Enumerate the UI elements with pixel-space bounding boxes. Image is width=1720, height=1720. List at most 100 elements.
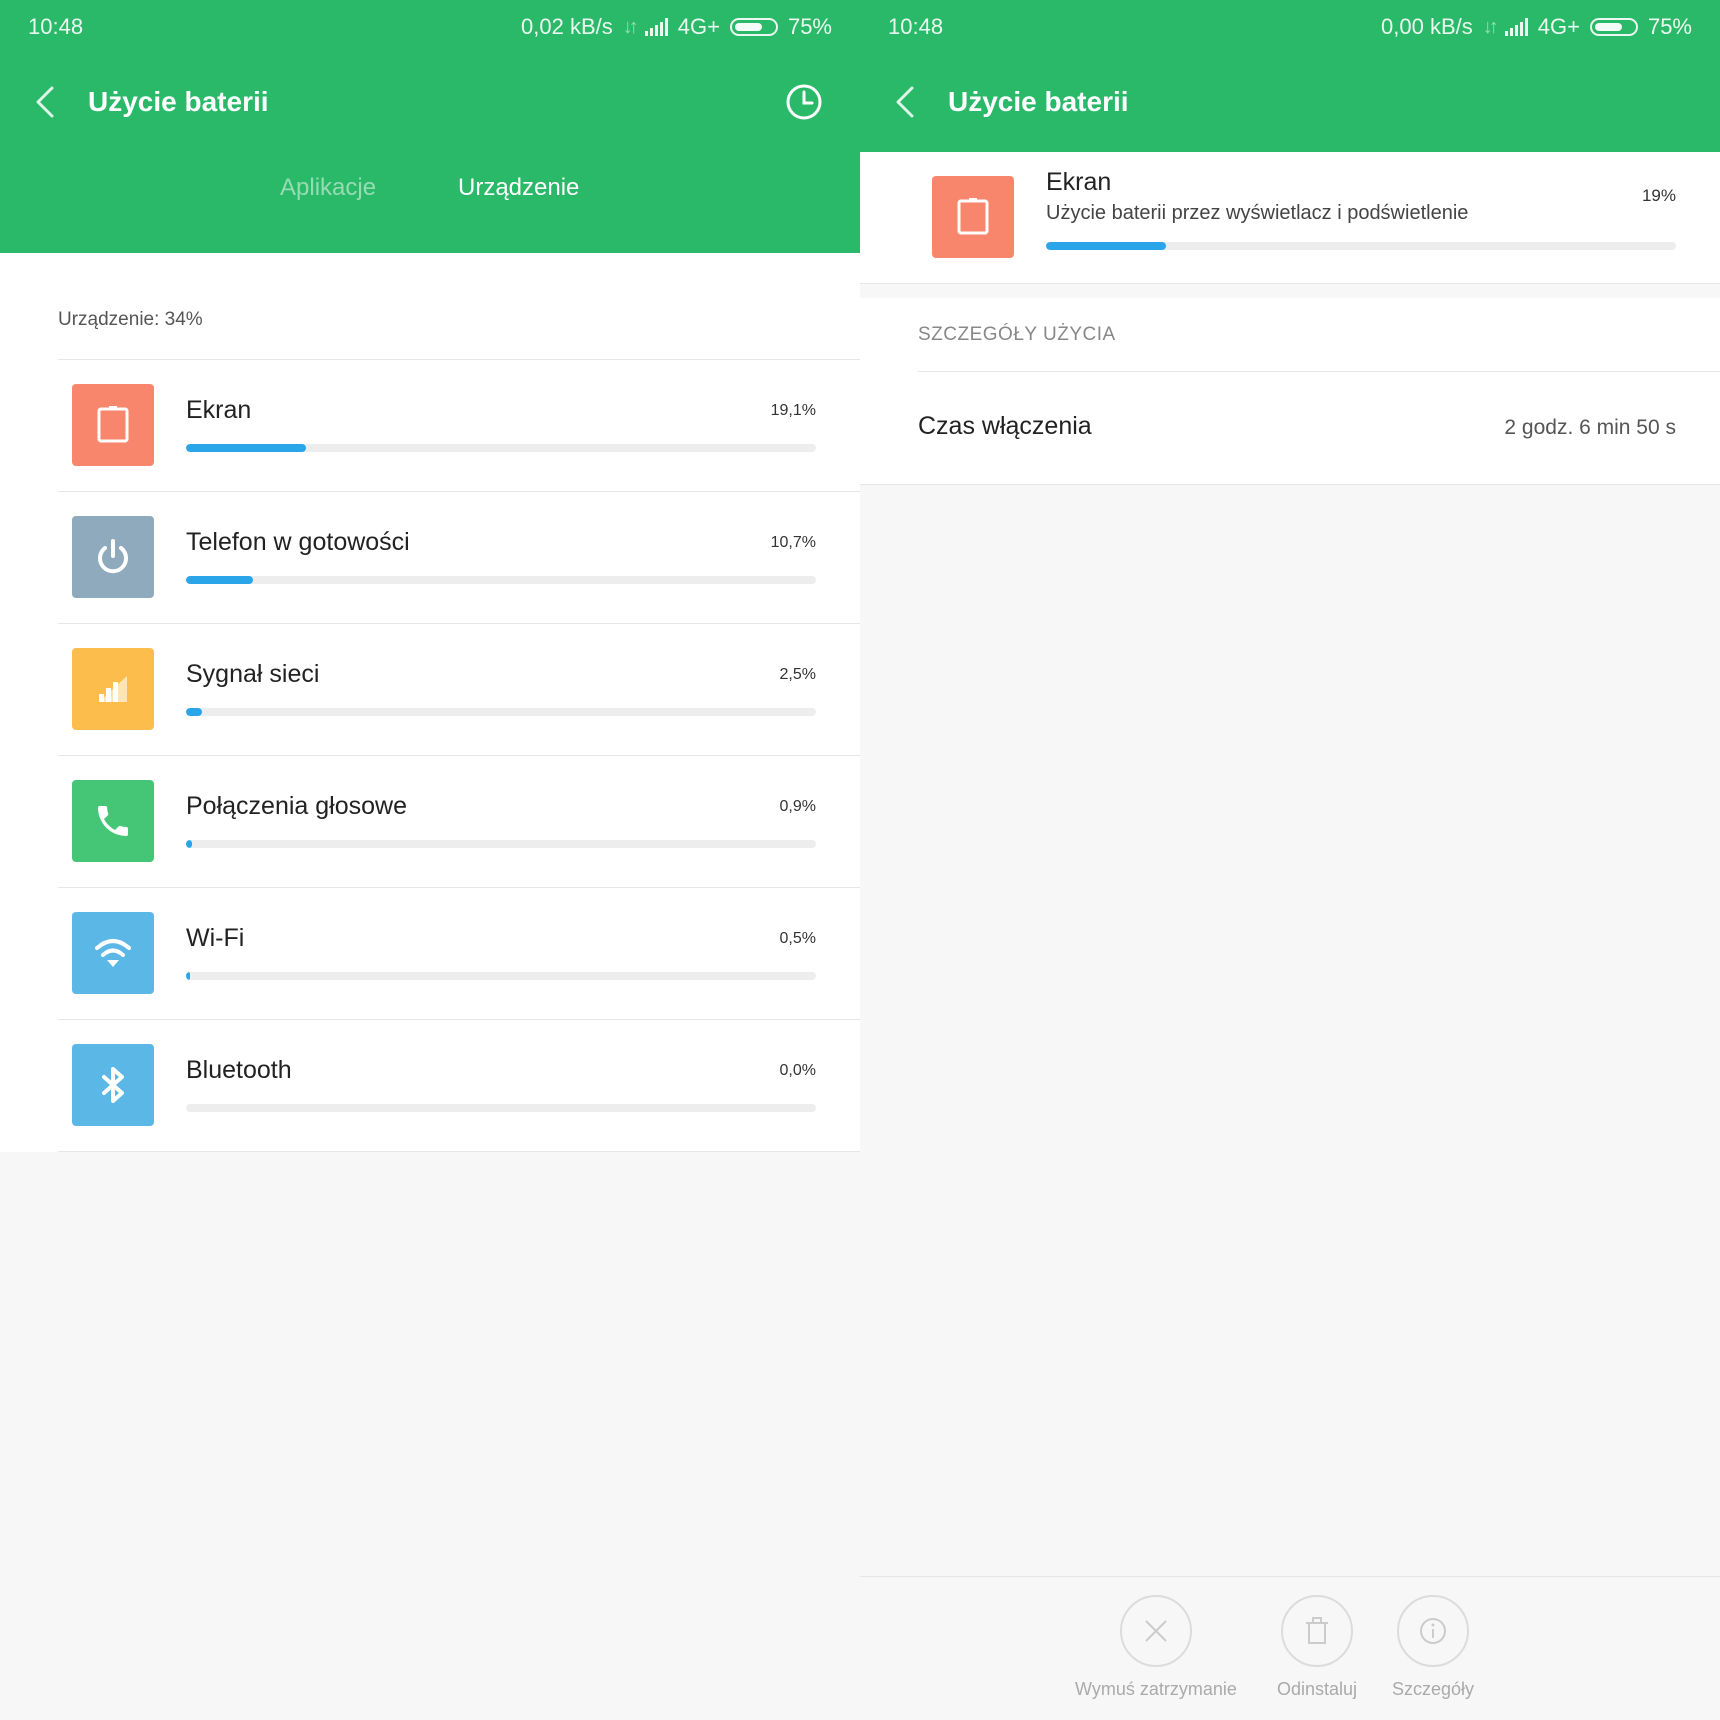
- usage-progress: [186, 708, 816, 716]
- list-item-telefon[interactable]: Telefon w gotowości 10,7%: [58, 492, 860, 624]
- item-percent: 10,7%: [770, 534, 816, 551]
- item-name: Bluetooth: [186, 1056, 292, 1084]
- item-name: Sygnał sieci: [186, 660, 320, 688]
- tab-urzadzenie[interactable]: Urządzenie: [458, 174, 579, 202]
- uninstall-circle: [1281, 1595, 1354, 1667]
- force-stop-circle: [1119, 1595, 1192, 1667]
- tablet-icon: [97, 406, 129, 443]
- usage-progress-fill: [1046, 242, 1166, 250]
- item-percent: 0,5%: [779, 930, 816, 947]
- uninstall-label: Odinstaluj: [1277, 1679, 1358, 1699]
- list-item-wifi[interactable]: Wi-Fi 0,5%: [58, 888, 860, 1020]
- usage-progress: [186, 444, 816, 452]
- usage-progress: [1046, 242, 1676, 250]
- battery-icon: [1589, 18, 1638, 36]
- network-type: 4G+: [1537, 14, 1580, 39]
- force-stop-button[interactable]: Wymuś zatrzymanie: [1075, 1595, 1237, 1700]
- wifi-icon: [95, 939, 131, 967]
- page-title: Użycie baterii: [88, 86, 269, 117]
- battery-usage-screen: 10:48 0,02 kB/s ↓↑ 4G+ 75% Użycie bateri…: [0, 0, 860, 1720]
- status-bar: 10:48 0,00 kB/s ↓↑ 4G+ 75%: [860, 0, 1720, 52]
- section-gap: [860, 284, 1720, 298]
- usage-progress: [186, 576, 816, 584]
- on-time-label: Czas włączenia: [918, 412, 1092, 440]
- usage-details: SZCZEGÓŁY UŻYCIA Czas włączenia 2 godz. …: [860, 298, 1720, 485]
- item-percent: 2,5%: [779, 666, 816, 683]
- close-icon: [1145, 1620, 1167, 1642]
- battery-icon: [729, 18, 778, 36]
- signal-icon: [99, 676, 127, 702]
- app-header: 10:48 0,02 kB/s ↓↑ 4G+ 75% Użycie bateri…: [0, 0, 860, 253]
- tablet-icon: [957, 198, 989, 235]
- item-name: Połączenia głosowe: [186, 792, 407, 820]
- trash-icon: [1306, 1617, 1329, 1644]
- status-right: 0,00 kB/s ↓↑ 4G+ 75%: [1381, 14, 1692, 40]
- usage-progress-fill: [186, 444, 307, 452]
- detail-name: Ekran: [1046, 168, 1112, 196]
- item-name: Ekran: [186, 396, 252, 424]
- title-bar: Użycie baterii: [860, 52, 1720, 152]
- list-item-ekran[interactable]: Ekran 19,1%: [58, 360, 860, 492]
- list-item-bluetooth[interactable]: Bluetooth 0,0%: [58, 1020, 860, 1152]
- usage-progress-fill: [186, 840, 192, 848]
- network-speed: 0,02 kB/s: [521, 14, 613, 39]
- phone-icon: [98, 806, 128, 836]
- item-icon-bg: [72, 648, 154, 730]
- item-percent: 19,1%: [770, 402, 816, 419]
- battery-text: 75%: [1647, 14, 1692, 39]
- usage-progress: [186, 840, 816, 848]
- back-arrow-icon[interactable]: [30, 82, 66, 122]
- detail-percent: 19%: [1641, 186, 1676, 205]
- item-icon-bg: [72, 516, 154, 598]
- network-speed: 0,00 kB/s: [1381, 14, 1473, 39]
- detail-summary: Ekran Użycie baterii przez wyświetlacz i…: [860, 152, 1720, 284]
- page-title: Użycie baterii: [948, 86, 1129, 117]
- usage-progress-fill: [186, 708, 202, 716]
- item-percent: 0,9%: [779, 798, 816, 815]
- item-percent: 0,0%: [779, 1062, 816, 1079]
- data-arrows-icon: ↓↑: [1482, 15, 1499, 38]
- item-name: Wi-Fi: [186, 924, 245, 952]
- divider: [918, 371, 1720, 372]
- list-item-polaczenia[interactable]: Połączenia głosowe 0,9%: [58, 756, 860, 888]
- battery-text: 75%: [787, 14, 832, 39]
- device-usage-list: Urządzenie: 34% Ekran 19,1% Telefon w go…: [0, 253, 860, 1152]
- list-item-sygnal[interactable]: Sygnał sieci 2,5%: [58, 624, 860, 756]
- details-circle: [1397, 1595, 1470, 1667]
- section-title: SZCZEGÓŁY UŻYCIA: [918, 324, 1116, 345]
- network-type: 4G+: [677, 14, 720, 39]
- status-bar: 10:48 0,02 kB/s ↓↑ 4G+ 75%: [0, 0, 860, 52]
- tab-bar: Aplikacje Urządzenie: [0, 152, 860, 253]
- status-time: 10:48: [28, 14, 84, 39]
- cell-signal-icon: [644, 18, 668, 36]
- device-summary-text: Urządzenie: 34%: [58, 309, 203, 330]
- force-stop-label: Wymuś zatrzymanie: [1075, 1679, 1237, 1699]
- detail-description: Użycie baterii przez wyświetlacz i podśw…: [1046, 202, 1469, 224]
- item-icon-bg: [72, 780, 154, 862]
- uninstall-button[interactable]: Odinstaluj: [1277, 1595, 1357, 1700]
- power-icon: [98, 539, 128, 574]
- bluetooth-icon: [102, 1067, 124, 1103]
- app-header: 10:48 0,00 kB/s ↓↑ 4G+ 75% Użycie bateri…: [860, 0, 1720, 152]
- device-summary: Urządzenie: 34%: [58, 253, 860, 360]
- tab-aplikacje[interactable]: Aplikacje: [280, 174, 376, 202]
- history-clock-icon[interactable]: [784, 82, 824, 122]
- item-name: Telefon w gotowości: [186, 528, 410, 556]
- back-arrow-icon[interactable]: [890, 82, 926, 122]
- item-icon-bg: [72, 912, 154, 994]
- status-right: 0,02 kB/s ↓↑ 4G+ 75%: [521, 14, 832, 40]
- on-time-value: 2 godz. 6 min 50 s: [1504, 416, 1676, 439]
- title-bar: Użycie baterii: [0, 52, 860, 152]
- info-icon: [1420, 1618, 1447, 1644]
- details-button[interactable]: Szczegóły: [1392, 1595, 1474, 1700]
- status-time: 10:48: [888, 14, 944, 39]
- root: 10:48 0,02 kB/s ↓↑ 4G+ 75% Użycie bateri…: [0, 0, 1720, 1720]
- usage-progress: [186, 972, 816, 980]
- usage-progress-fill: [186, 576, 254, 584]
- screen-detail-screen: 10:48 0,00 kB/s ↓↑ 4G+ 75% Użycie bateri…: [860, 0, 1720, 1720]
- usage-progress-fill: [186, 972, 190, 980]
- cell-signal-icon: [1504, 18, 1528, 36]
- action-bar: Wymuś zatrzymanie Odinstaluj Szczegóły: [860, 1576, 1720, 1720]
- item-icon-bg: [72, 1044, 154, 1126]
- item-icon-bg: [72, 384, 154, 466]
